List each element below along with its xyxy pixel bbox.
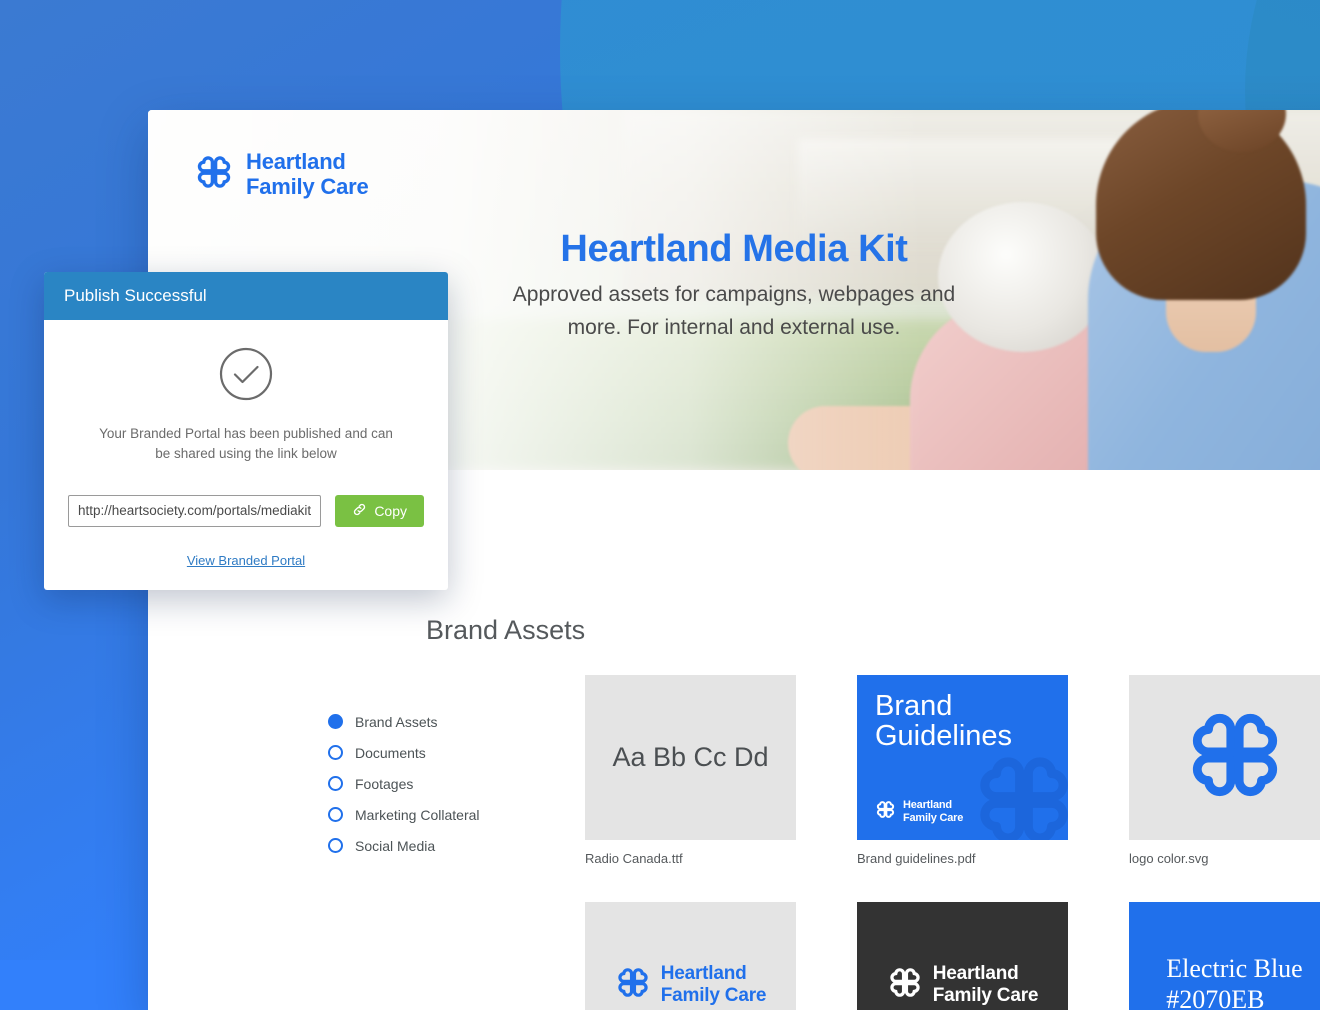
nav-item-label: Marketing Collateral (355, 807, 480, 823)
wordmark-text: Heartland Family Care (661, 963, 767, 1006)
nav-item-brand-assets[interactable]: Brand Assets (328, 706, 558, 737)
color-swatch-label: Electric Blue #2070EB (1166, 954, 1302, 1010)
dialog-title: Publish Successful (44, 272, 448, 320)
check-circle-icon (218, 346, 274, 402)
wordmark-text: Heartland Family Care (933, 963, 1039, 1006)
asset-thumbnail[interactable] (1129, 675, 1320, 840)
asset-thumbnail[interactable]: BrandGuidelines (857, 675, 1068, 840)
clover-heart-logo-icon (970, 751, 1068, 840)
brand-line-2: Family Care (933, 985, 1039, 1006)
clover-heart-logo-icon (194, 154, 234, 195)
asset-tile[interactable]: BrandGuidelines (857, 675, 1068, 866)
swatch-hex: #2070EB (1166, 985, 1302, 1010)
nav-item-footages[interactable]: Footages (328, 768, 558, 799)
share-url-input[interactable] (68, 495, 321, 527)
asset-thumbnail[interactable]: Electric Blue #2070EB (1129, 902, 1320, 1010)
asset-tile[interactable]: Heartland Family Care logo wordmark whit… (857, 902, 1068, 1010)
asset-caption: Radio Canada.ttf (585, 851, 796, 866)
section-title: Brand Assets (426, 615, 585, 646)
radio-icon[interactable] (328, 745, 343, 760)
share-link-row: Copy (68, 495, 424, 527)
radio-icon[interactable] (328, 776, 343, 791)
asset-tile[interactable]: Aa Bb Cc Dd Radio Canada.ttf (585, 675, 796, 866)
brand-line-2: Family Care (661, 985, 767, 1006)
guidelines-cover-wordmark: Heartland Family Care (875, 799, 963, 824)
nav-item-label: Footages (355, 776, 413, 792)
copy-button[interactable]: Copy (335, 495, 424, 527)
asset-thumbnail[interactable]: Aa Bb Cc Dd (585, 675, 796, 840)
view-branded-portal-link[interactable]: View Branded Portal (68, 553, 424, 568)
copy-button-label: Copy (374, 503, 407, 519)
asset-tile[interactable]: Heartland Family Care logo wordmark colo… (585, 902, 796, 1010)
nav-item-label: Social Media (355, 838, 435, 854)
nav-item-label: Documents (355, 745, 426, 761)
asset-thumbnail[interactable]: Heartland Family Care (585, 902, 796, 1010)
portal-category-nav: Brand Assets Documents Footages Marketin… (328, 706, 558, 861)
asset-tile[interactable]: Electric Blue #2070EB Color Electric Blu… (1129, 902, 1320, 1010)
portal-logo-text: Heartland Family Care (246, 150, 369, 199)
clover-heart-logo-icon (615, 966, 651, 1004)
asset-tile[interactable]: logo color.svg (1129, 675, 1320, 866)
asset-thumbnail[interactable]: Heartland Family Care (857, 902, 1068, 1010)
portal-logo: Heartland Family Care (194, 150, 369, 199)
publish-successful-dialog: Publish Successful Your Branded Portal h… (44, 272, 448, 590)
clover-heart-logo-icon (875, 800, 896, 824)
nav-item-social-media[interactable]: Social Media (328, 830, 558, 861)
asset-caption: logo color.svg (1129, 851, 1320, 866)
brand-line-2: Family Care (903, 812, 963, 824)
brand-line-1: Heartland (246, 150, 369, 175)
clover-heart-logo-icon (1183, 708, 1287, 807)
brand-line-1: Heartland (661, 963, 767, 984)
link-icon (352, 502, 367, 520)
hero-subtitle: Approved assets for campaigns, webpages … (499, 279, 969, 344)
logo-wordmark: Heartland Family Care (615, 963, 767, 1006)
radio-icon[interactable] (328, 838, 343, 853)
logo-wordmark: Heartland Family Care (887, 963, 1039, 1006)
font-specimen-text: Aa Bb Cc Dd (612, 742, 768, 773)
nav-item-marketing-collateral[interactable]: Marketing Collateral (328, 799, 558, 830)
brand-line-2: Family Care (246, 175, 369, 200)
nav-item-label: Brand Assets (355, 714, 438, 730)
guidelines-cover-title: BrandGuidelines (875, 691, 1012, 752)
nav-item-documents[interactable]: Documents (328, 737, 558, 768)
brand-line-1: Heartland (903, 799, 963, 811)
clover-heart-logo-icon (887, 966, 923, 1004)
asset-caption: Brand guidelines.pdf (857, 851, 1068, 866)
dialog-message: Your Branded Portal has been published a… (91, 424, 401, 465)
hero-title: Heartland Media Kit (148, 228, 1320, 271)
guidelines-brand-text: Heartland Family Care (903, 799, 963, 824)
radio-icon[interactable] (328, 807, 343, 822)
swatch-name: Electric Blue (1166, 954, 1302, 985)
brand-line-1: Heartland (933, 963, 1039, 984)
radio-icon[interactable] (328, 714, 343, 729)
dialog-body: Your Branded Portal has been published a… (44, 320, 448, 590)
